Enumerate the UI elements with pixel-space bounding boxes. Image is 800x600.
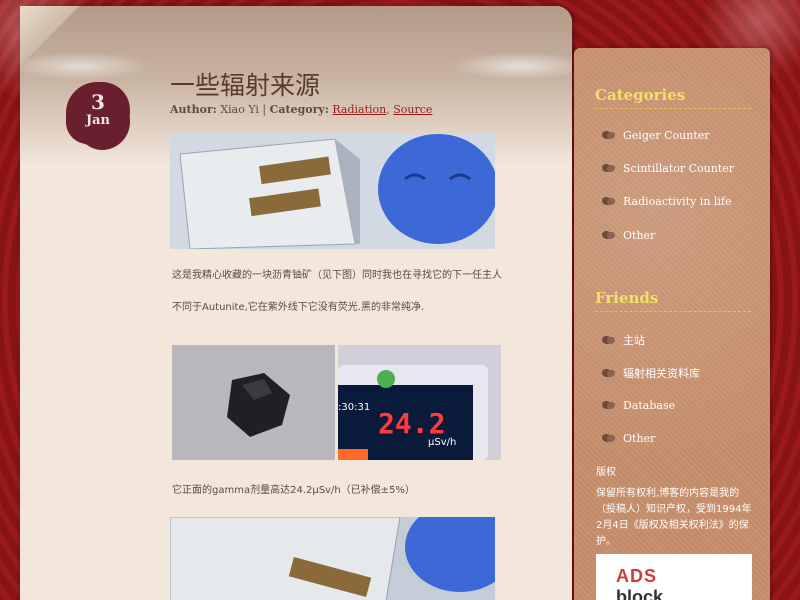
post-image-geiger-display[interactable]: :30:31 24.2 μSv/h [338,345,501,460]
category-link-radiation[interactable]: Radiation [332,103,386,116]
cartoon-bullet-icon [600,229,618,242]
sidebar-item-label: Scintillator Counter [623,162,735,175]
page-fold-corner [20,6,80,66]
cartoon-bullet-icon [600,195,618,208]
geiger-dose-readout: 24.2 [378,407,445,440]
sidebar-item-other-category[interactable]: Other [600,229,655,242]
sidebar-item-scintillator-counter[interactable]: Scintillator Counter [600,162,734,175]
category-label: Category: [269,103,329,116]
sidebar-item-label: Other [623,432,656,445]
categories-heading: Categories [595,86,751,109]
friends-heading: Friends [595,289,751,312]
post-image-acrylic-specimen[interactable] [170,134,495,249]
copyright-heading: 版权 [596,467,616,478]
post-meta: Author: Xiao Yi | Category: Radiation, S… [170,103,433,116]
adsblock-banner-line1: ADS [616,566,658,586]
category-link-source[interactable]: Source [393,103,432,116]
geiger-time-readout: :30:31 [338,402,370,413]
sidebar-item-label: Database [623,399,676,412]
geiger-unit-readout: μSv/h [428,437,456,448]
sidebar-item-label: Geiger Counter [623,129,710,142]
cartoon-bullet-icon [600,334,618,347]
cartoon-bullet-icon [600,129,618,142]
post-date-day: 3 [91,90,105,114]
post-image-acrylic-specimen-2[interactable] [170,517,495,600]
post-paragraph-1: 这是我精心收藏的一块沥青铀矿（见下图）同时我也在寻找它的下一任主人 [172,270,502,281]
sidebar-item-other-friend[interactable]: Other [600,432,655,445]
sidebar-item-label: Other [623,229,656,242]
sidebar-item-geiger-counter[interactable]: Geiger Counter [600,129,710,142]
author-label: Author: [170,103,217,116]
cartoon-bullet-icon [600,367,618,380]
sidebar-item-main-site[interactable]: 主站 [600,332,645,348]
sidebar-item-radiation-library[interactable]: 辐射相关资料库 [600,365,700,381]
sidebar-item-label: 主站 [623,334,645,347]
adsblock-banner-line2: block [616,587,664,600]
sidebar-item-database[interactable]: Database [600,399,675,412]
author-name: Xiao Yi [220,103,259,116]
post-image-pitchblende-rock[interactable] [172,345,335,460]
adsblock-banner[interactable]: ADS block [596,554,752,600]
post-paragraph-2: 不同于Autunite,它在紫外线下它没有荧光.黑的非常纯净. [172,302,425,313]
sidebar: Categories Geiger Counter Scintillator C… [574,48,770,600]
post-date-month: Jan [85,113,111,128]
cartoon-bullet-icon [600,432,618,445]
sidebar-item-radioactivity-in-life[interactable]: Radioactivity in life [600,195,732,208]
cartoon-bullet-icon [600,399,618,412]
sidebar-item-label: Radioactivity in life [623,195,732,208]
post-paragraph-3: 它正面的gamma剂量高达24.2μSv/h（已补偿±5%） [172,485,415,496]
cartoon-bullet-icon [600,162,618,175]
sidebar-item-label: 辐射相关资料库 [623,367,700,380]
copyright-text: 保留所有权利,博客的内容是我的（投稿人）知识产权，受到1994年2月4日《版权及… [596,488,752,547]
post-title[interactable]: 一些辐射来源 [170,66,320,102]
